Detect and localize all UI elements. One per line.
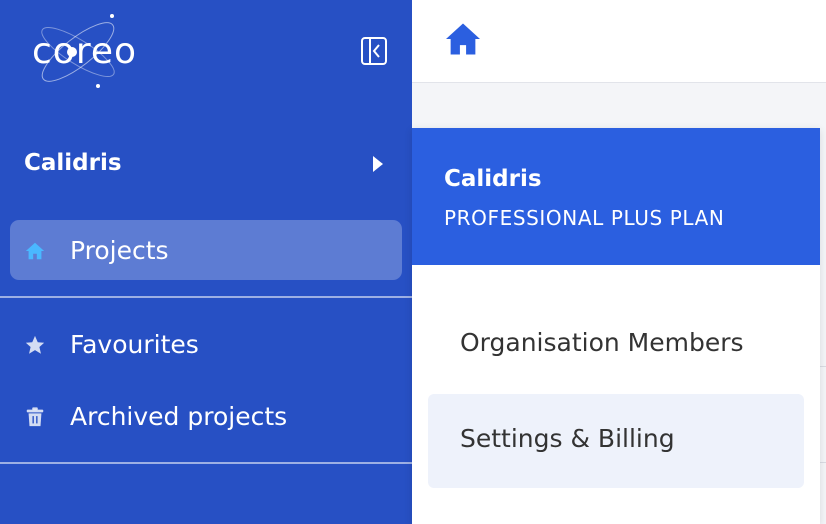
- plan-label: PROFESSIONAL PLUS PLAN: [444, 206, 725, 230]
- org-switcher[interactable]: Calidris: [0, 138, 412, 190]
- dropdown-header: Calidris PROFESSIONAL PLUS PLAN: [412, 128, 820, 265]
- org-dropdown-menu: Calidris PROFESSIONAL PLUS PLAN Organisa…: [412, 128, 820, 524]
- home-icon: [25, 242, 45, 260]
- menu-item-organisation-members[interactable]: Organisation Members: [428, 298, 804, 392]
- menu-item-settings-billing[interactable]: Settings & Billing: [428, 394, 804, 488]
- divider: [0, 462, 412, 464]
- collapse-sidebar-button[interactable]: [360, 36, 388, 66]
- sidebar-item-favourites[interactable]: Favourites: [10, 314, 402, 374]
- sidebar-item-label: Archived projects: [70, 401, 288, 431]
- divider: [0, 296, 412, 298]
- background-strip: [820, 128, 826, 524]
- top-bar: [412, 0, 826, 83]
- sidebar-item-label: Projects: [70, 235, 169, 265]
- home-icon: [446, 23, 480, 55]
- collapse-sidebar-icon: [361, 37, 387, 65]
- org-name: Calidris: [24, 150, 122, 176]
- star-icon: [25, 335, 45, 354]
- home-button[interactable]: [444, 22, 484, 58]
- sidebar: coreo Calidris Projects Favourites Archi…: [0, 0, 412, 524]
- menu-item-label: Organisation Members: [460, 328, 744, 357]
- divider: [820, 366, 826, 367]
- trash-icon: [26, 407, 44, 427]
- sidebar-item-projects[interactable]: Projects: [10, 220, 402, 280]
- sidebar-item-archived[interactable]: Archived projects: [10, 386, 402, 446]
- coreo-logo[interactable]: coreo: [28, 12, 168, 92]
- dropdown-org-name: Calidris: [444, 166, 542, 192]
- divider: [820, 462, 826, 463]
- menu-item-label: Settings & Billing: [460, 424, 675, 453]
- logo-text: coreo: [32, 31, 138, 72]
- caret-right-icon: [373, 156, 383, 172]
- sidebar-item-label: Favourites: [70, 329, 199, 359]
